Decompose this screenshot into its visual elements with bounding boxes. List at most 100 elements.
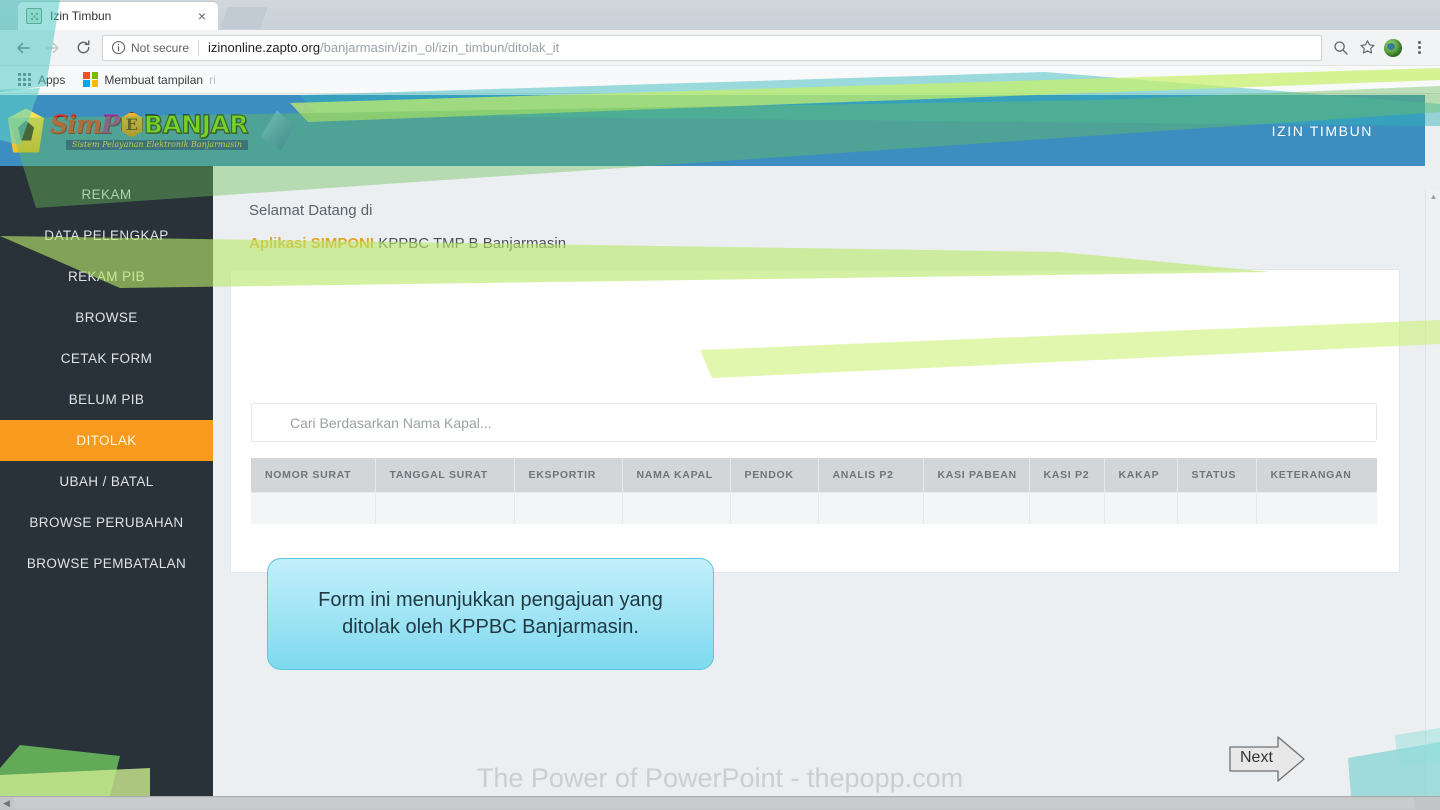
scroll-left-arrow-icon[interactable]: ◀	[3, 799, 10, 808]
tab-title: Izin Timbun	[50, 9, 112, 23]
sidebar-item-data-pelengkap[interactable]: DATA PELENGKAP	[0, 215, 213, 256]
welcome-block: Selamat Datang di Aplikasi SIMPONI KPPBC…	[213, 166, 1405, 252]
content-card: Cari Berdasarkan Nama Kapal... NOMOR SUR…	[230, 269, 1400, 573]
address-bar[interactable]: Not secure izinonline.zapto.org/banjarma…	[102, 34, 1322, 61]
logo-tagline: Sistem Pelayanan Elektronik Banjarmasin	[65, 139, 249, 150]
search-input[interactable]: Cari Berdasarkan Nama Kapal...	[251, 403, 1377, 442]
not-secure-info-icon	[111, 40, 126, 55]
extension-icon[interactable]	[1380, 35, 1406, 61]
table-body	[251, 492, 1377, 524]
cell-pendok	[730, 492, 819, 524]
sidebar-item-cetak-form[interactable]: CETAK FORM	[0, 338, 213, 379]
column-eksportir[interactable]: EKSPORTIR	[514, 458, 623, 493]
next-button-label: Next	[1240, 749, 1273, 766]
logo-e-badge: E	[120, 111, 143, 138]
sidebar-item-rekam-pib[interactable]: REKAM PIB	[0, 256, 213, 297]
sidebar-item-browse[interactable]: BROWSE	[0, 297, 213, 338]
cell-kasi-pabean	[923, 492, 1030, 524]
apps-shortcut[interactable]: Apps	[10, 70, 71, 90]
cell-nomor-surat	[251, 492, 376, 524]
rejected-submissions-table: NOMOR SURAT TANGGAL SURAT EKSPORTIR NAMA…	[251, 458, 1377, 524]
chrome-browser-window: Izin Timbun × Not secure izinonline.zapt…	[0, 0, 1440, 796]
sidebar-item-ditolak[interactable]: DITOLAK	[0, 420, 213, 461]
column-kasi-p2[interactable]: KASI P2	[1029, 458, 1105, 493]
column-nomor-surat[interactable]: NOMOR SURAT	[251, 458, 376, 493]
crest-icon	[8, 108, 44, 153]
page-title: IZIN TIMBUN	[1271, 122, 1373, 139]
callout-text: Form ini menunjukkan pengajuan yang dito…	[318, 589, 663, 638]
extension-globe-icon	[1384, 38, 1402, 57]
bookmark-membuat-tampilan[interactable]: Membuat tampilan ri	[77, 70, 221, 89]
sidebar-item-belum-pib[interactable]: BELUM PIB	[0, 379, 213, 420]
microsoft-logo-icon	[83, 72, 99, 87]
table-header-row: NOMOR SURAT TANGGAL SURAT EKSPORTIR NAMA…	[251, 458, 1377, 493]
cell-kakap	[1104, 492, 1178, 524]
welcome-office-name: KPPBC TMP B Banjarmasin	[374, 235, 567, 252]
cell-kasi-p2	[1029, 492, 1105, 524]
chrome-menu-icon[interactable]	[1406, 35, 1432, 61]
logo-wordmark: Sim P E BANJAR Sistem Pelayanan Elektron…	[50, 110, 249, 150]
column-keterangan[interactable]: KETERANGAN	[1256, 458, 1377, 493]
page-viewport: Sim P E BANJAR Sistem Pelayanan Elektron…	[0, 95, 1440, 796]
browser-toolbar: Not secure izinonline.zapto.org/banjarma…	[0, 30, 1440, 66]
logo-ribbon-icon	[260, 110, 295, 151]
logo-p-text: P	[101, 110, 120, 139]
logo-banjar-text: BANJAR	[143, 110, 249, 139]
scroll-up-arrow-icon[interactable]: ▲	[1426, 193, 1440, 201]
bookmark-star-icon[interactable]	[1354, 35, 1380, 61]
reload-button[interactable]	[68, 33, 98, 63]
column-pendok[interactable]: PENDOK	[730, 458, 819, 493]
cell-nama-kapal	[622, 492, 731, 524]
welcome-app-name: Aplikasi SIMPONI	[249, 235, 375, 252]
sidebar-item-browse-pembatalan[interactable]: BROWSE PEMBATALAN	[0, 543, 213, 584]
bookmarks-bar: Apps Membuat tampilan ri	[0, 66, 1440, 94]
screen: Izin Timbun - PowerPoint X	[0, 0, 1440, 810]
cell-analis-p2	[818, 492, 924, 524]
sidebar-item-browse-perubahan[interactable]: BROWSE PERUBAHAN	[0, 502, 213, 543]
table-head: NOMOR SURAT TANGGAL SURAT EKSPORTIR NAMA…	[251, 458, 1377, 493]
tab-izin-timbun[interactable]: Izin Timbun ×	[18, 2, 218, 30]
url-text: izinonline.zapto.org/banjarmasin/izin_ol…	[208, 40, 559, 55]
logo-sim-text: Sim	[50, 110, 102, 139]
scrollbar-thumb[interactable]	[14, 798, 1414, 809]
close-icon[interactable]: ×	[194, 8, 210, 24]
sidebar-item-ubah-batal[interactable]: UBAH / BATAL	[0, 461, 213, 502]
omnibox-divider	[198, 39, 200, 56]
new-tab-button[interactable]	[220, 7, 268, 29]
forward-button[interactable]	[38, 33, 68, 63]
favicon-icon	[26, 8, 42, 24]
cell-eksportir	[514, 492, 623, 524]
security-status-label: Not secure	[131, 40, 190, 55]
main-content: Selamat Datang di Aplikasi SIMPONI KPPBC…	[213, 166, 1405, 796]
column-analis-p2[interactable]: ANALIS P2	[818, 458, 924, 493]
cell-keterangan	[1256, 492, 1377, 524]
cell-status	[1177, 492, 1257, 524]
cell-tanggal-surat	[375, 492, 515, 524]
url-path: /banjarmasin/izin_ol/izin_timbun/ditolak…	[320, 40, 560, 55]
sidebar-item-rekam[interactable]: REKAM	[0, 174, 213, 215]
column-kasi-pabean[interactable]: KASI PABEAN	[923, 458, 1030, 493]
url-host: izinonline.zapto.org	[208, 40, 321, 55]
sidebar-nav: REKAM DATA PELENGKAP REKAM PIB BROWSE CE…	[0, 166, 213, 796]
welcome-greeting: Selamat Datang di	[249, 202, 373, 219]
bookmark-label: Membuat tampilan	[104, 72, 204, 87]
page-scrollbar-vertical[interactable]: ▲	[1425, 190, 1440, 796]
column-nama-kapal[interactable]: NAMA KAPAL	[622, 458, 731, 493]
watermark-text: The Power of PowerPoint - thepopp.com	[476, 763, 964, 793]
powerpoint-scrollbar-horizontal[interactable]: ◀	[0, 796, 1440, 810]
kebab-glyph	[1417, 41, 1421, 54]
column-kakap[interactable]: KAKAP	[1104, 458, 1178, 493]
back-button[interactable]	[8, 33, 38, 63]
apps-label: Apps	[38, 72, 66, 87]
table-row[interactable]	[251, 492, 1377, 524]
bookmark-label-truncated: ri	[209, 72, 216, 87]
search-icon[interactable]	[1328, 35, 1354, 61]
column-status[interactable]: STATUS	[1177, 458, 1257, 493]
site-header: Sim P E BANJAR Sistem Pelayanan Elektron…	[0, 95, 1425, 166]
site-logo[interactable]: Sim P E BANJAR Sistem Pelayanan Elektron…	[8, 108, 295, 153]
tab-strip: Izin Timbun ×	[0, 0, 1440, 30]
callout-bubble: Form ini menunjukkan pengajuan yang dito…	[267, 558, 714, 670]
apps-grid-icon	[16, 72, 32, 88]
column-tanggal-surat[interactable]: TANGGAL SURAT	[375, 458, 515, 493]
welcome-subtitle: Aplikasi SIMPONI KPPBC TMP B Banjarmasin	[249, 235, 1405, 252]
